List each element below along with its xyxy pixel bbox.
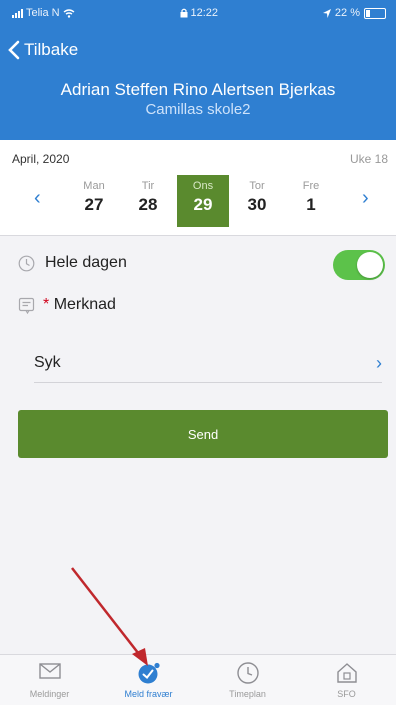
day-name: Tor: [249, 180, 265, 192]
status-bar: Telia N 12:22 22 %: [12, 4, 386, 22]
clock-icon: [18, 255, 35, 271]
all-day-toggle[interactable]: [333, 250, 385, 280]
tab-label: Meldinger: [29, 689, 70, 699]
note-label: Merknad: [53, 296, 116, 313]
app-header: Telia N 12:22 22 % Tilbake Adrian Steffe…: [0, 0, 396, 140]
day-name: Tir: [141, 180, 155, 192]
student-name: Adrian Steffen Rino Alertsen Bjerkas: [60, 80, 336, 99]
battery-icon: [363, 7, 386, 19]
absence-form: Hele dagen * Merknad Syk › Send: [0, 236, 396, 654]
next-week-button[interactable]: ›: [362, 188, 369, 208]
envelope-icon: [38, 663, 61, 679]
chevron-right-icon: ›: [376, 352, 382, 373]
tab-bar: Meldinger Meld fravær Timeplan SFO: [0, 654, 396, 705]
location-icon: [322, 8, 331, 18]
tab-label: Timeplan: [229, 689, 266, 699]
required-marker: *: [43, 296, 50, 313]
day-date: 30: [247, 195, 267, 214]
absence-icon: [138, 662, 160, 684]
day-date: 29: [193, 195, 213, 214]
day-monday[interactable]: Man 27: [68, 175, 120, 227]
day-thursday[interactable]: Tor 30: [231, 175, 283, 227]
school-name: Camillas skole2: [145, 101, 251, 118]
day-name: Ons: [192, 180, 214, 192]
day-name: Fre: [302, 180, 320, 192]
back-button[interactable]: Tilbake: [8, 40, 78, 60]
day-date: 1: [306, 195, 316, 214]
tab-meldinger[interactable]: Meldinger: [0, 655, 99, 705]
prev-week-button[interactable]: ‹: [34, 188, 41, 208]
day-date: 27: [84, 195, 104, 214]
tab-label: Meld fravær: [124, 689, 173, 699]
note-icon: [18, 297, 35, 314]
all-day-row: Hele dagen: [18, 254, 127, 272]
battery-percent: 22 %: [334, 7, 360, 19]
week-label: Uke 18: [349, 152, 388, 166]
tab-meld-fravaer[interactable]: Meld fravær: [99, 655, 198, 705]
clock-icon: [236, 662, 259, 684]
day-wednesday[interactable]: Ons 29: [177, 175, 229, 227]
clock-time: 12:22: [190, 7, 219, 19]
back-label: Tilbake: [24, 40, 79, 59]
toggle-knob: [357, 252, 383, 278]
chevron-left-icon: [8, 40, 20, 60]
carrier-name: Telia N: [26, 7, 60, 19]
day-date: 28: [138, 195, 158, 214]
week-calendar: April, 2020 Uke 18 ‹ Man 27 Tir 28 Ons 2…: [0, 140, 396, 236]
note-row[interactable]: * Merknad: [18, 296, 116, 314]
day-name: Man: [83, 180, 105, 192]
reason-value: Syk: [34, 354, 61, 371]
tab-label: SFO: [337, 689, 356, 699]
tab-sfo[interactable]: SFO: [297, 655, 396, 705]
send-button[interactable]: Send: [18, 410, 388, 458]
tab-timeplan[interactable]: Timeplan: [198, 655, 297, 705]
all-day-label: Hele dagen: [45, 254, 127, 271]
absence-reason-select[interactable]: Syk ›: [34, 344, 382, 383]
month-label: April, 2020: [12, 152, 70, 166]
lock-icon: [180, 8, 187, 18]
house-icon: [336, 663, 357, 683]
wifi-icon: [63, 8, 75, 18]
day-tuesday[interactable]: Tir 28: [122, 175, 174, 227]
day-friday[interactable]: Fre 1: [285, 175, 337, 227]
signal-icon: [12, 8, 23, 18]
